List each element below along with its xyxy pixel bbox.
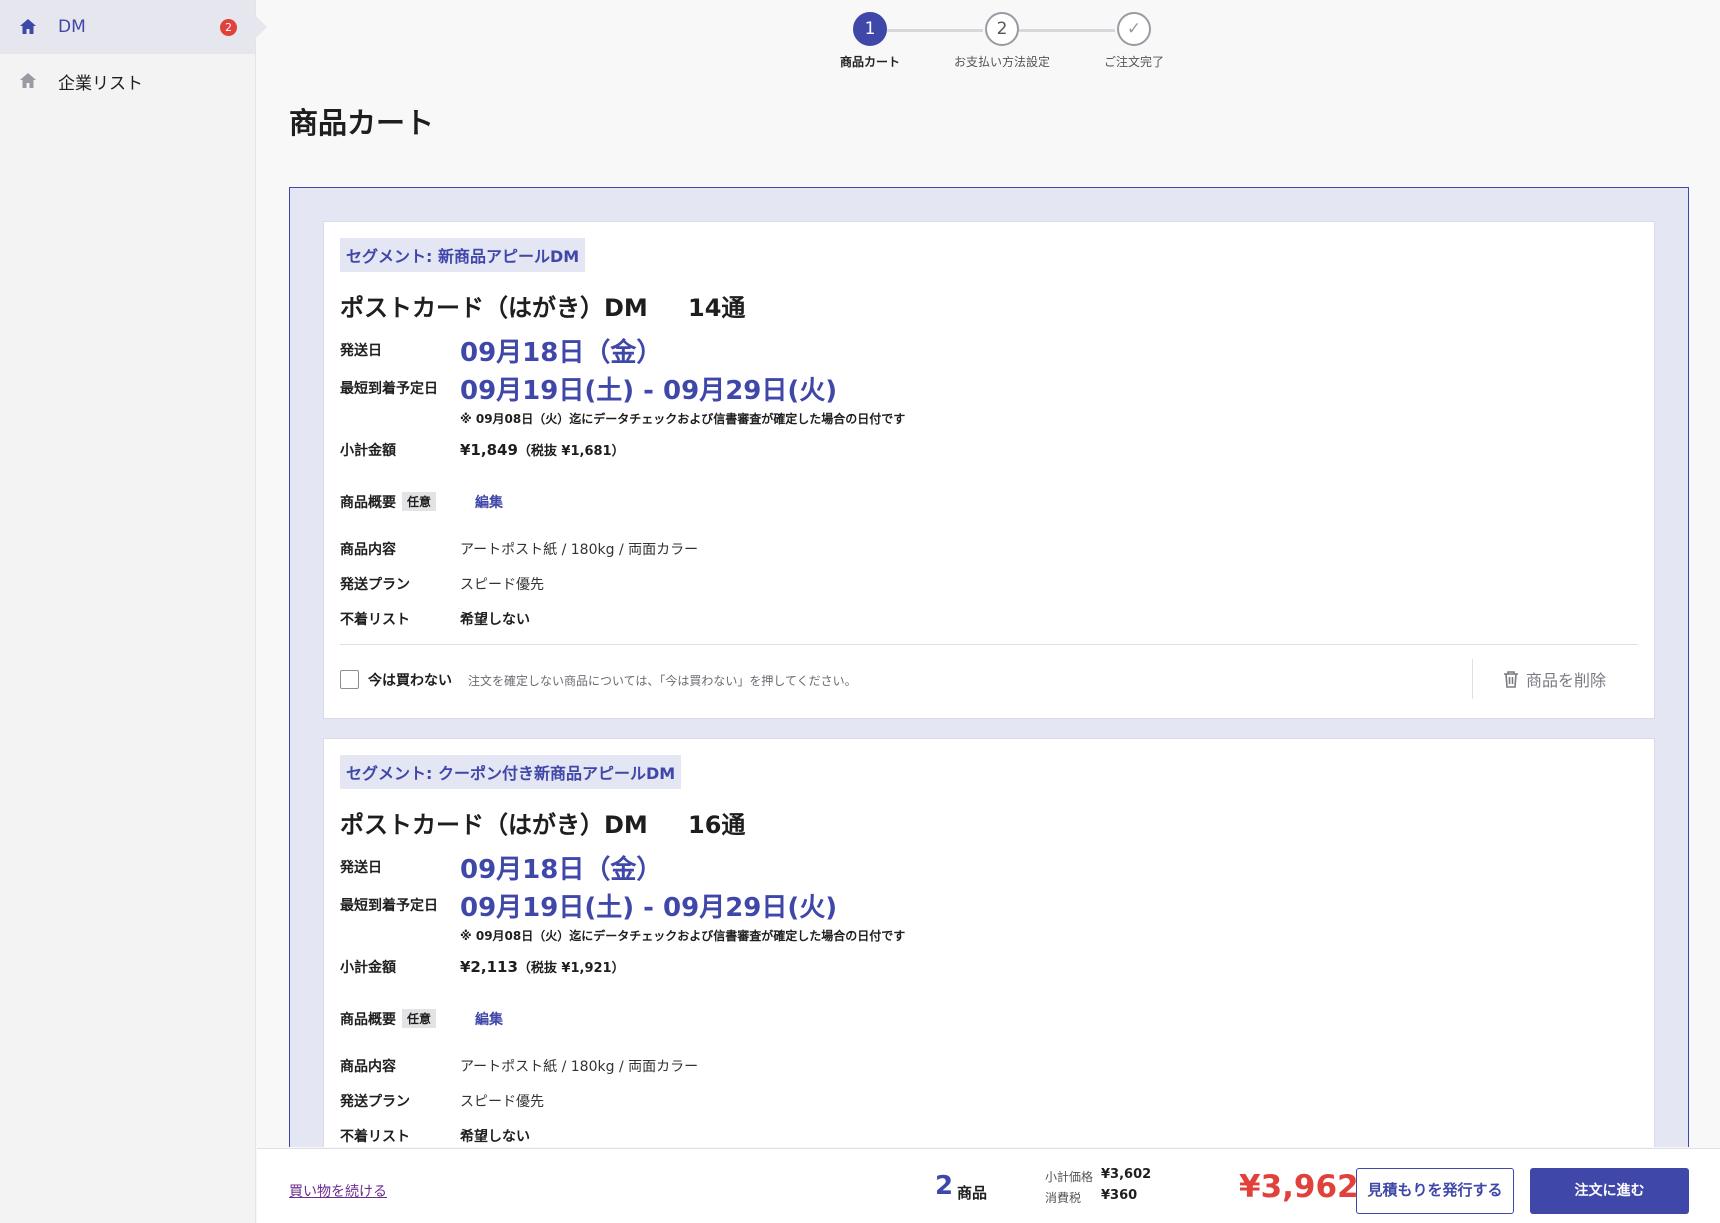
card-footer: 今は買わない 注文を確定しない商品については、「今は買わない」を押してください。… <box>340 644 1638 706</box>
optional-badge: 任意 <box>402 492 437 511</box>
cart-item: セグメント: クーポン付き新商品アピールDM ポストカード（はがき）DM 16通… <box>323 738 1655 1147</box>
segment-tag: セグメント: 新商品アピールDM <box>340 238 586 272</box>
proceed-order-button[interactable]: 注文に進む <box>1530 1168 1689 1214</box>
undeliverable-label: 不着リスト <box>340 1129 410 1145</box>
subtotal-price-value: ¥3,602 <box>1101 1167 1152 1182</box>
arrival-note: ※ 09月08日（火）迄にデータチェックおよび信書審査が確定した場合の日付です <box>460 929 906 943</box>
plan-label: 発送プラン <box>340 577 410 593</box>
item-count: 2 <box>935 1171 954 1201</box>
ship-date: 09月18日（金） <box>460 338 663 368</box>
sidebar: DM 2 企業リスト <box>0 0 267 1223</box>
summary-label: 商品概要 <box>340 1012 396 1028</box>
subtotal-value: ¥2,113 <box>460 958 518 976</box>
home-icon <box>18 17 38 37</box>
arrival-label: 最短到着予定日 <box>340 898 438 914</box>
undeliverable-value: 希望しない <box>460 612 530 628</box>
subtotal-value: ¥1,849 <box>460 441 518 459</box>
not-now-hint: 注文を確定しない商品については、「今は買わない」を押してください。 <box>468 674 857 688</box>
subtotal-amount: ¥2,113（税抜 ¥1,921） <box>460 957 625 976</box>
step-label: 商品カート <box>839 55 900 69</box>
step-cart: 1 商品カート <box>810 12 930 70</box>
product-quantity: 14通 <box>688 294 746 322</box>
cart-item: セグメント: 新商品アピールDM ポストカード（はがき）DM 14通 発送日 0… <box>323 221 1655 719</box>
subtotal-tax-excluded: （税抜 ¥1,921） <box>517 961 625 976</box>
summary-label: 商品概要 <box>340 495 396 511</box>
step-label: ご注文完了 <box>1103 55 1164 69</box>
undeliverable-label: 不着リスト <box>340 612 410 628</box>
checkout-bar: 買い物を続ける 2 商品 小計価格 ¥3,602 消費税 ¥360 ¥3,962… <box>257 1148 1720 1223</box>
ship-date: 09月18日（金） <box>460 855 663 885</box>
checkout-stepper: 1 商品カート 2 お支払い方法設定 ✓ ご注文完了 <box>810 12 1164 72</box>
item-count-label: 商品 <box>957 1184 988 1202</box>
step-complete: ✓ ご注文完了 <box>1074 12 1194 70</box>
subtotal-amount: ¥1,849（税抜 ¥1,681） <box>460 440 625 459</box>
home-icon <box>18 71 38 91</box>
delete-item-button[interactable]: 商品を削除 <box>1502 667 1606 691</box>
not-now-label[interactable]: 今は買わない <box>368 670 452 690</box>
subtotal-label: 小計金額 <box>340 960 396 976</box>
step-number: 1 <box>853 12 887 46</box>
sidebar-item-dm[interactable]: DM 2 <box>0 0 267 54</box>
not-now-checkbox[interactable] <box>340 670 359 689</box>
undeliverable-value: 希望しない <box>460 1129 530 1145</box>
content-label: 商品内容 <box>340 1059 396 1075</box>
product-quantity: 16通 <box>688 811 746 839</box>
step-payment: 2 お支払い方法設定 <box>942 12 1062 70</box>
subtotal-label: 小計金額 <box>340 443 396 459</box>
content-label: 商品内容 <box>340 542 396 558</box>
plan-label: 発送プラン <box>340 1094 410 1110</box>
continue-shopping-link[interactable]: 買い物を続ける <box>289 1181 387 1201</box>
sidebar-item-label: DM <box>58 17 86 37</box>
edit-link[interactable]: 編集 <box>475 492 503 512</box>
issue-quote-button[interactable]: 見積もりを発行する <box>1356 1168 1514 1214</box>
content-value: アートポスト紙 / 180kg / 両面カラー <box>460 542 699 558</box>
arrival-note: ※ 09月08日（火）迄にデータチェックおよび信書審査が確定した場合の日付です <box>460 412 906 426</box>
page-title: 商品カート <box>289 106 435 140</box>
tax-value: ¥360 <box>1101 1188 1138 1203</box>
plan-value: スピード優先 <box>460 1094 544 1110</box>
notification-badge: 2 <box>220 19 237 36</box>
trash-icon <box>1503 671 1518 688</box>
divider <box>1472 659 1473 699</box>
arrival-date: 09月19日(土) - 09月29日(火) <box>460 893 838 923</box>
ship-date-label: 発送日 <box>340 343 382 359</box>
content-value: アートポスト紙 / 180kg / 両面カラー <box>460 1059 699 1075</box>
product-title: ポストカード（はがき）DM <box>340 294 648 322</box>
optional-badge: 任意 <box>402 1009 437 1028</box>
segment-tag: セグメント: クーポン付き新商品アピールDM <box>340 755 682 789</box>
step-number: 2 <box>985 12 1019 46</box>
sidebar-item-label: 企業リスト <box>58 73 143 94</box>
delete-label: 商品を削除 <box>1525 671 1606 690</box>
ship-date-label: 発送日 <box>340 860 382 876</box>
subtotal-tax-excluded: （税抜 ¥1,681） <box>517 444 625 459</box>
product-title: ポストカード（はがき）DM <box>340 811 648 839</box>
total-price: ¥3,962 <box>1239 1169 1359 1205</box>
sidebar-item-company-list[interactable]: 企業リスト <box>0 54 255 108</box>
step-label: お支払い方法設定 <box>953 55 1050 69</box>
tax-label: 消費税 <box>1045 1191 1082 1205</box>
edit-link[interactable]: 編集 <box>475 1009 503 1029</box>
check-icon: ✓ <box>1117 12 1151 46</box>
arrival-date: 09月19日(土) - 09月29日(火) <box>460 376 838 406</box>
plan-value: スピード優先 <box>460 577 544 593</box>
cart-list: セグメント: 新商品アピールDM ポストカード（はがき）DM 14通 発送日 0… <box>289 187 1689 1147</box>
subtotal-price-label: 小計価格 <box>1045 1170 1094 1184</box>
arrival-label: 最短到着予定日 <box>340 381 438 397</box>
